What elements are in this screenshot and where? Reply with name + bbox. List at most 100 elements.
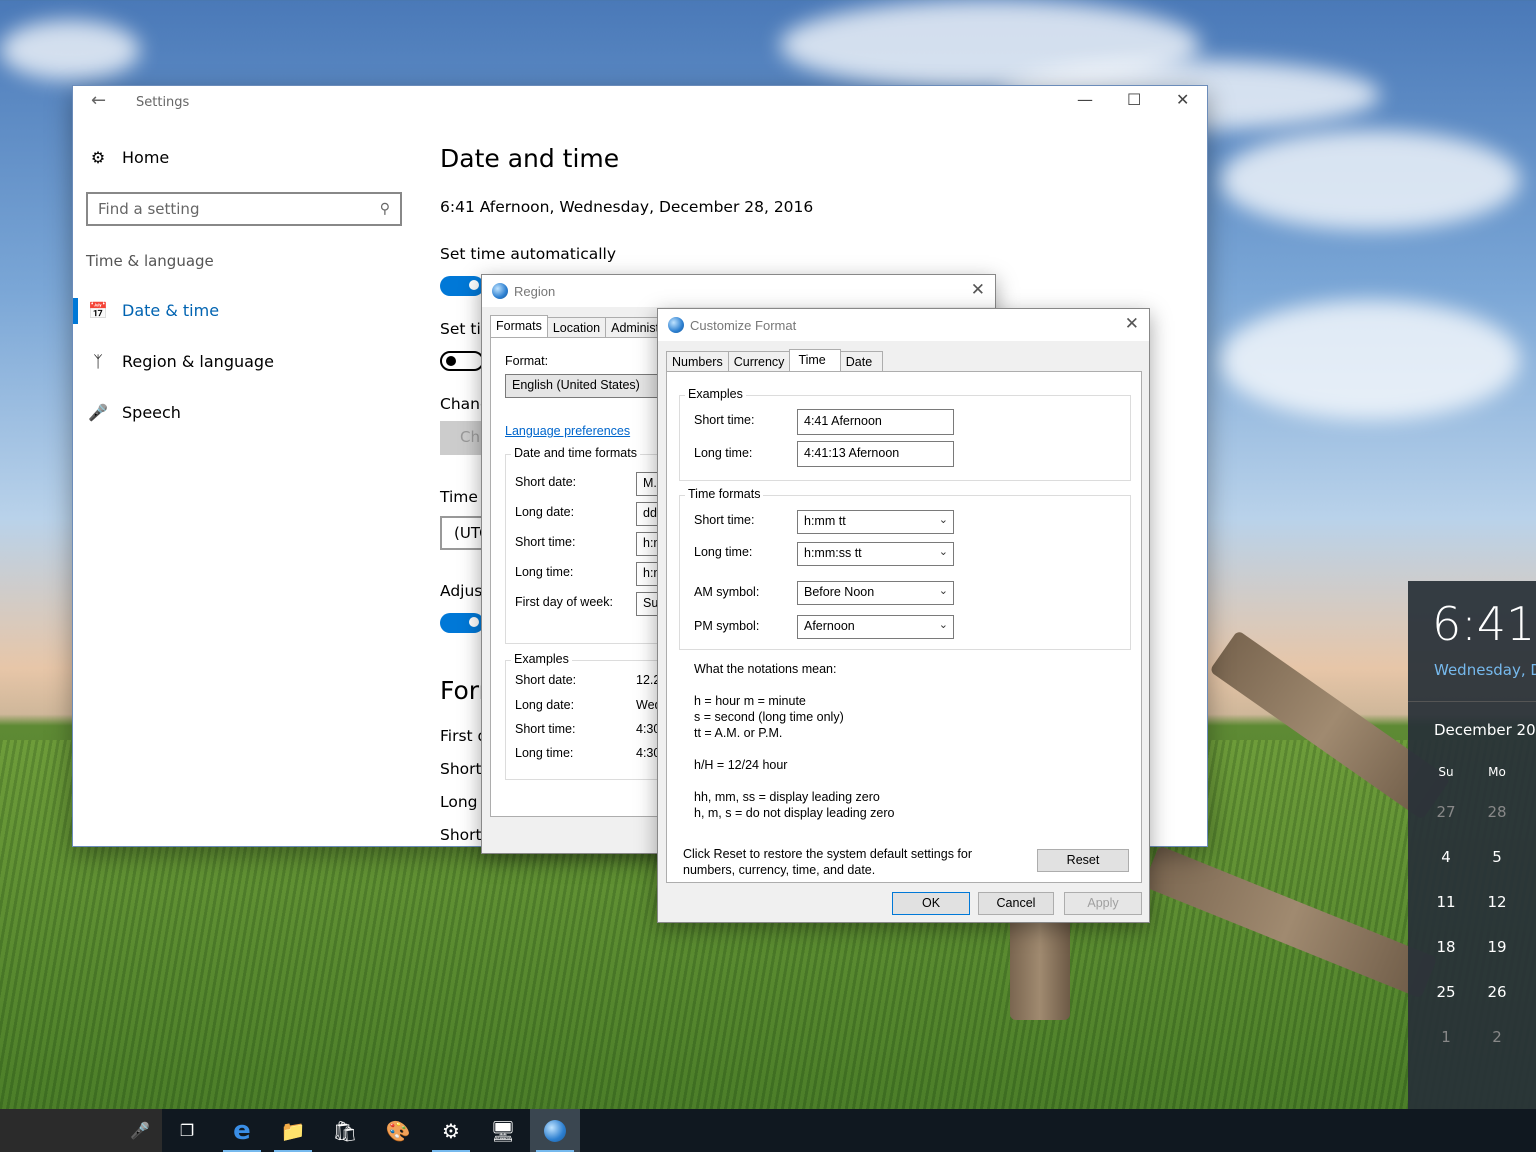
sidebar-item-speech[interactable]: 🎤 Speech: [88, 403, 181, 422]
sidebar-item-date-time[interactable]: 📅 Date & time: [88, 301, 219, 320]
am-symbol-combo[interactable]: Before Noon ⌄: [797, 581, 954, 605]
group-title: Date and time formats: [511, 446, 640, 460]
calendar-clock-icon: 📅: [88, 301, 108, 320]
microphone-icon: 🎤: [88, 403, 108, 422]
close-icon[interactable]: ✕: [1176, 90, 1189, 109]
nav-home[interactable]: ⚙ Home: [88, 148, 169, 167]
calendar-day[interactable]: 19: [1477, 938, 1517, 956]
calendar-day[interactable]: 12: [1477, 893, 1517, 911]
clock-flyout: 6:41:5 Wednesday, D December 201 Su Mo 2…: [1408, 581, 1536, 1111]
calendar-day[interactable]: 11: [1426, 893, 1466, 911]
group-title: Examples: [511, 652, 572, 666]
task-view-icon[interactable]: ❐: [162, 1109, 212, 1152]
close-icon[interactable]: ✕: [971, 280, 985, 300]
time-formats-group: Time formats Short time: h:mm tt ⌄ Long t…: [679, 487, 1131, 650]
active-indicator: [73, 298, 78, 324]
calendar-day[interactable]: 2: [1477, 1028, 1517, 1046]
combo-value: h:mm:ss tt: [804, 546, 862, 560]
flyout-time: 6:41:5: [1432, 597, 1536, 651]
ok-button[interactable]: OK: [892, 892, 970, 915]
customize-format-dialog: Customize Format ✕ Numbers Currency Time…: [657, 308, 1150, 923]
chevron-down-icon: ⌄: [938, 546, 948, 558]
notation-line: h, m, s = do not display leading zero: [694, 806, 895, 820]
file-explorer-icon[interactable]: 📁: [268, 1109, 318, 1152]
flyout-date[interactable]: Wednesday, D: [1434, 661, 1536, 679]
language-preferences-link[interactable]: Language preferences: [505, 424, 630, 438]
long-time-format-label: Long time:: [694, 545, 753, 559]
combo-value: Afernoon: [804, 619, 855, 633]
short-time-format-label: Short time:: [694, 513, 755, 527]
example-label: Long date:: [515, 698, 575, 712]
search-input[interactable]: Find a setting ⚲: [86, 192, 402, 226]
paint-icon[interactable]: 🎨: [373, 1109, 423, 1152]
region-title: Region: [514, 283, 556, 299]
pm-symbol-label: PM symbol:: [694, 619, 760, 633]
adjust-dst-toggle[interactable]: [440, 613, 484, 633]
dt-row-label: Short date:: [515, 475, 577, 489]
store-icon[interactable]: 🛍: [320, 1109, 370, 1152]
chevron-down-icon: ⌄: [938, 585, 948, 597]
language-icon: ᛉ: [93, 352, 103, 371]
apply-button[interactable]: Apply: [1064, 892, 1142, 915]
short-time-label: Short time:: [694, 413, 755, 427]
set-time-auto-toggle[interactable]: [440, 276, 484, 296]
sidebar-item-region-language[interactable]: ᛉ Region & language: [88, 352, 274, 371]
flyout-month[interactable]: December 201: [1434, 721, 1536, 739]
long-time-example: 4:41:13 Afernoon: [797, 441, 954, 467]
long-time-format-combo[interactable]: h:mm:ss tt ⌄: [797, 542, 954, 566]
nav-home-label: Home: [122, 148, 170, 167]
notation-line: h/H = 12/24 hour: [694, 758, 788, 772]
calendar-day[interactable]: 4: [1426, 848, 1466, 866]
calendar-day[interactable]: 27: [1426, 803, 1466, 821]
control-panel-icon[interactable]: 🖥: [478, 1109, 528, 1152]
format-label: Format:: [505, 354, 549, 368]
tab-formats[interactable]: Formats: [490, 315, 548, 338]
example-label: Long time:: [515, 746, 574, 760]
tab-time[interactable]: Time: [789, 349, 841, 372]
day-header: Su: [1438, 765, 1454, 779]
dt-row-label: Long date:: [515, 505, 575, 519]
sidebar-item-label: Speech: [122, 403, 181, 422]
cancel-button[interactable]: Cancel: [978, 892, 1054, 915]
combo-value: h:mm tt: [804, 514, 846, 528]
calendar-day[interactable]: 26: [1477, 983, 1517, 1001]
sidebar-item-label: Region & language: [122, 352, 274, 371]
calendar-day[interactable]: 5: [1477, 848, 1517, 866]
dt-row-label: Short time:: [515, 535, 576, 549]
notation-line: hh, mm, ss = display leading zero: [694, 790, 880, 804]
notation-line: h = hour m = minute: [694, 694, 806, 708]
maximize-icon[interactable]: ☐: [1127, 90, 1141, 109]
search-icon[interactable]: ⚲: [380, 201, 390, 217]
customize-title: Customize Format: [690, 317, 797, 333]
globe-icon: [492, 283, 508, 299]
search-placeholder: Find a setting: [98, 200, 200, 218]
back-arrow-icon[interactable]: ←: [91, 90, 106, 111]
page-title: Date and time: [440, 144, 620, 173]
settings-icon[interactable]: ⚙: [426, 1109, 476, 1152]
calendar-day[interactable]: 25: [1426, 983, 1466, 1001]
customize-titlebar: Customize Format: [658, 309, 1149, 341]
reset-button[interactable]: Reset: [1037, 849, 1129, 872]
region-globe-icon[interactable]: [530, 1109, 580, 1152]
calendar-day[interactable]: 18: [1426, 938, 1466, 956]
examples-group: Examples Short time: 4:41 Afernoon Long …: [679, 387, 1131, 481]
set-timezone-toggle[interactable]: [440, 351, 484, 371]
window-title: Settings: [136, 95, 190, 110]
minimize-icon[interactable]: —: [1077, 90, 1093, 109]
short-time-example: 4:41 Afernoon: [797, 409, 954, 435]
sidebar-item-label: Date & time: [122, 301, 220, 320]
dt-row-label: First day of week:: [515, 595, 613, 609]
calendar-day[interactable]: 28: [1477, 803, 1517, 821]
edge-icon[interactable]: e: [217, 1109, 267, 1152]
set-time-auto-label: Set time automatically: [440, 245, 616, 263]
notation-title: What the notations mean:: [694, 662, 837, 676]
pm-symbol-combo[interactable]: Afernoon ⌄: [797, 615, 954, 639]
calendar-day[interactable]: 1: [1426, 1028, 1466, 1046]
microphone-icon[interactable]: 🎤: [115, 1109, 165, 1152]
combo-value: Before Noon: [804, 585, 875, 599]
day-header: Mo: [1488, 765, 1506, 779]
short-time-format-combo[interactable]: h:mm tt ⌄: [797, 510, 954, 534]
close-icon[interactable]: ✕: [1125, 314, 1139, 334]
format-row: Short: [440, 826, 482, 844]
current-datetime: 6:41 Afernoon, Wednesday, December 28, 2…: [440, 198, 814, 216]
